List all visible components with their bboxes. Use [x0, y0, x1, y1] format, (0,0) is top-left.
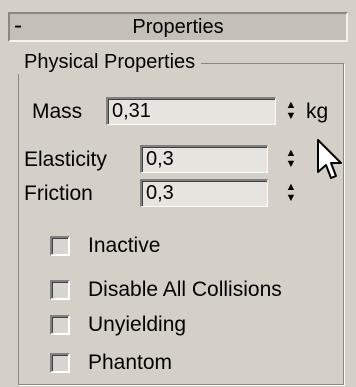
- mass-input[interactable]: 0,31: [106, 97, 276, 125]
- phantom-label[interactable]: Phantom: [88, 349, 172, 377]
- elasticity-spinner[interactable]: ▲ ▼: [284, 145, 298, 173]
- group-title: Physical Properties: [18, 50, 202, 74]
- mass-unit-label: kg: [306, 100, 329, 123]
- unyielding-label[interactable]: Unyielding: [88, 311, 186, 339]
- rollout-title: Properties: [132, 16, 224, 38]
- mass-spinner[interactable]: ▲ ▼: [284, 97, 298, 125]
- spinner-down-icon[interactable]: ▼: [286, 193, 297, 204]
- friction-label: Friction: [24, 182, 93, 205]
- mass-label: Mass: [32, 100, 83, 123]
- inactive-label[interactable]: Inactive: [88, 232, 160, 260]
- spinner-down-icon[interactable]: ▼: [286, 159, 297, 170]
- rollout-header-properties[interactable]: - Properties: [8, 12, 348, 42]
- friction-input[interactable]: 0,3: [140, 179, 268, 207]
- elasticity-input[interactable]: 0,3: [140, 145, 268, 173]
- unyielding-checkbox[interactable]: [50, 315, 70, 335]
- spinner-down-icon[interactable]: ▼: [286, 111, 297, 122]
- inactive-checkbox[interactable]: [50, 236, 70, 256]
- disable-all-collisions-label[interactable]: Disable All Collisions: [88, 276, 282, 304]
- elasticity-label: Elasticity: [24, 148, 107, 171]
- disable-all-collisions-checkbox[interactable]: [50, 280, 70, 300]
- friction-spinner[interactable]: ▲ ▼: [284, 179, 298, 207]
- phantom-checkbox[interactable]: [50, 353, 70, 373]
- mouse-pointer-icon: [317, 139, 342, 179]
